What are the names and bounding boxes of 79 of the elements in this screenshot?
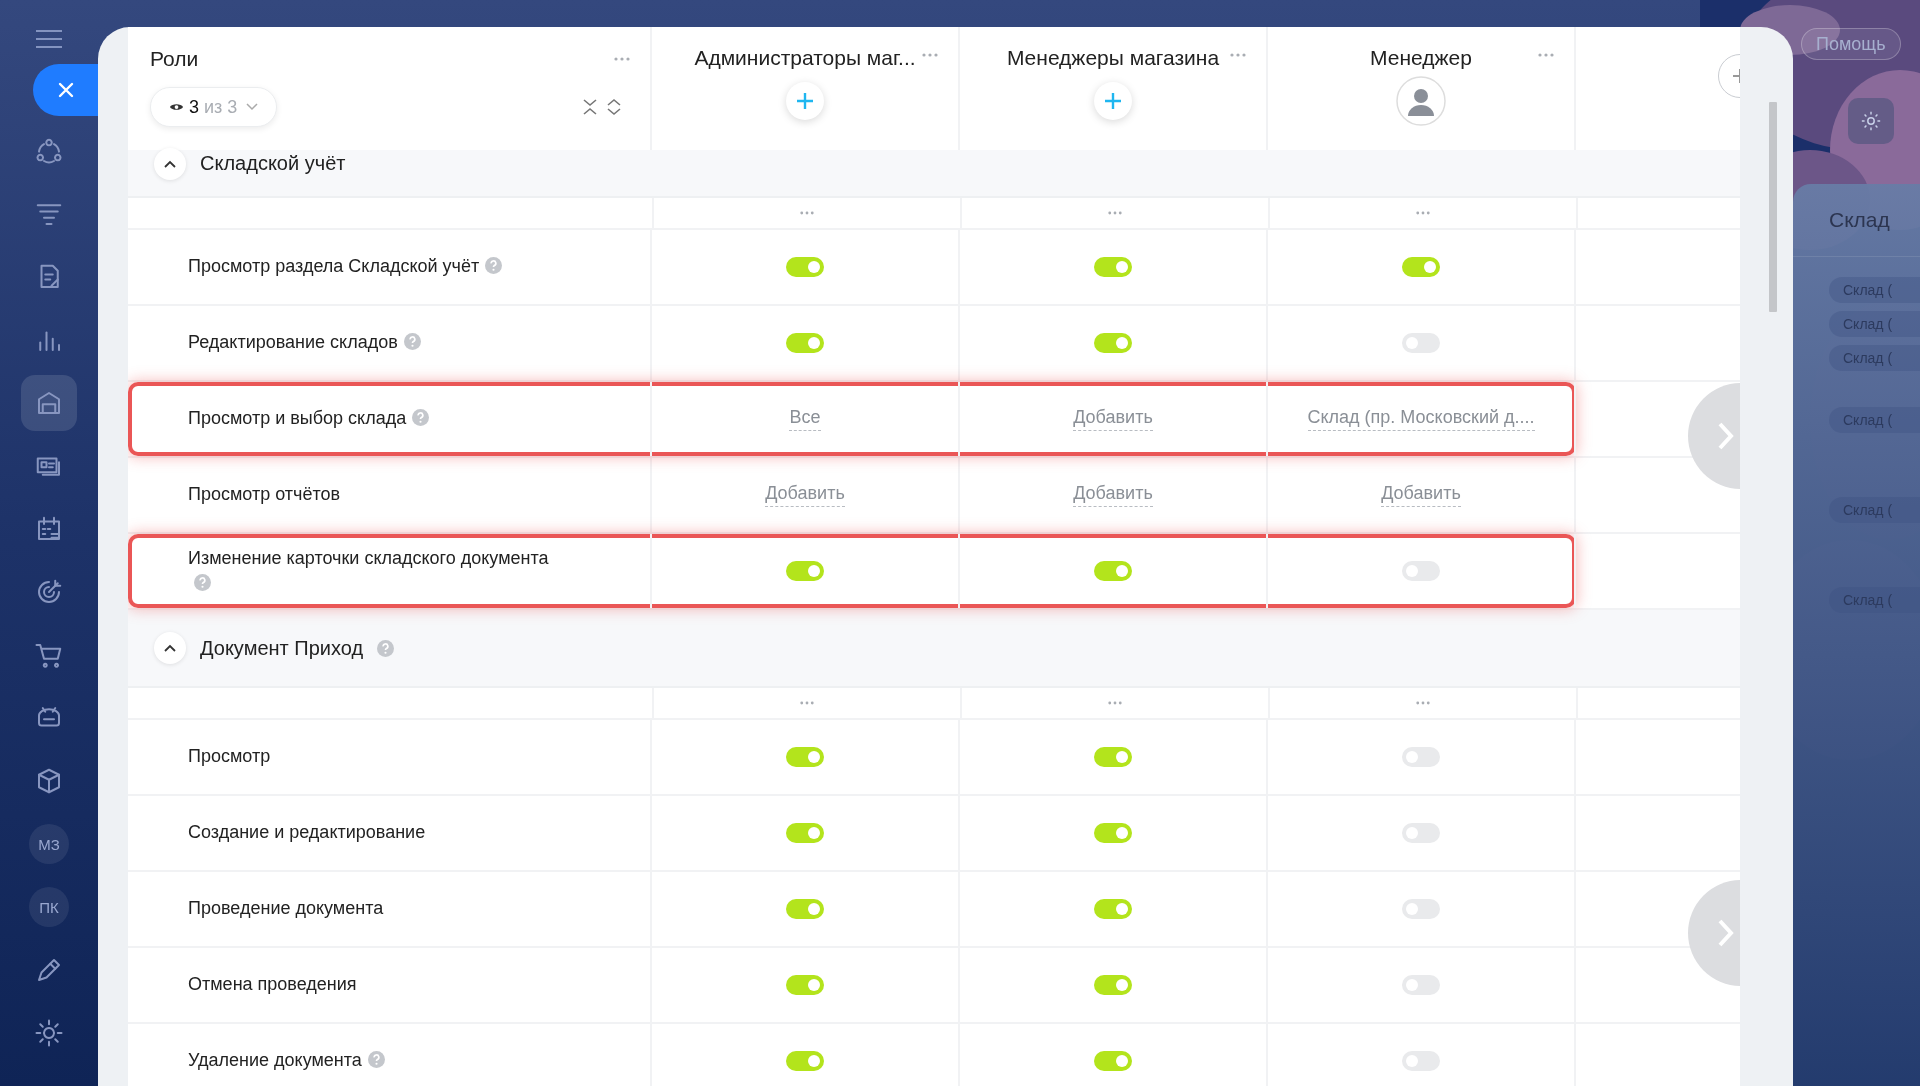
plus-icon — [1103, 91, 1123, 111]
more-icon[interactable] — [1230, 53, 1246, 57]
scrollbar[interactable] — [1769, 102, 1777, 312]
toggle-switch[interactable] — [786, 899, 824, 919]
more-icon[interactable] — [800, 701, 814, 705]
permission-label: Создание и редактирование — [188, 822, 426, 843]
connection-icon — [34, 136, 64, 166]
value-link[interactable]: Все — [789, 407, 821, 431]
more-icon[interactable] — [1416, 211, 1430, 215]
toggle-switch[interactable] — [786, 747, 824, 767]
toggle-switch[interactable] — [1094, 747, 1132, 767]
more-icon[interactable] — [922, 53, 938, 57]
permission-label: Просмотр раздела Складской учёт — [188, 256, 480, 277]
roles-title: Роли — [150, 47, 199, 71]
toggle-switch[interactable] — [1094, 1051, 1132, 1071]
eye-icon — [169, 102, 184, 112]
column-title: Менеджеры магазина — [1006, 46, 1220, 70]
caret-icon — [246, 103, 259, 111]
value-link[interactable]: Добавить — [1381, 483, 1461, 507]
toggle-switch[interactable] — [1094, 975, 1132, 995]
permission-label: Проведение документа — [188, 898, 384, 919]
collapse-button[interactable] — [154, 148, 186, 180]
value-link[interactable]: Склад (пр. Московский д.... — [1307, 407, 1535, 431]
permission-label: Удаление документа — [188, 1050, 362, 1071]
menu-icon[interactable] — [36, 30, 62, 48]
toggle-switch[interactable] — [1402, 257, 1440, 277]
toggle-switch[interactable] — [1094, 899, 1132, 919]
visibility-filter[interactable]: 3 из 3 — [150, 87, 278, 127]
collapse-icon[interactable] — [582, 98, 598, 116]
add-button[interactable] — [1094, 82, 1132, 120]
help-icon[interactable] — [403, 333, 421, 351]
collapse-button[interactable] — [154, 632, 186, 664]
permission-label: Редактирование складов — [188, 332, 398, 353]
more-icon[interactable] — [800, 211, 814, 215]
column-title: Менеджер — [1370, 46, 1472, 70]
chevron-right-icon — [1716, 421, 1736, 451]
more-icon[interactable] — [1416, 701, 1430, 705]
toggle-switch[interactable] — [786, 975, 824, 995]
chevron-icon — [164, 644, 176, 652]
add-button[interactable] — [786, 82, 824, 120]
section-title: Складской учёт — [200, 152, 346, 175]
help-icon[interactable] — [194, 574, 211, 591]
help-icon[interactable] — [412, 409, 430, 427]
permission-label: Отмена проведения — [188, 974, 357, 995]
toggle-switch[interactable] — [786, 333, 824, 353]
help-icon[interactable] — [377, 639, 395, 657]
more-icon[interactable] — [1108, 701, 1122, 705]
chevron-icon — [164, 160, 176, 168]
help-icon[interactable] — [367, 1051, 385, 1069]
toggle-switch[interactable] — [1094, 561, 1132, 581]
toggle-switch[interactable] — [786, 823, 824, 843]
toggle-switch[interactable] — [786, 257, 824, 277]
plus-icon — [795, 91, 815, 111]
close-button[interactable] — [33, 64, 98, 116]
panel-title: Склад — [1793, 208, 1920, 257]
section-title: Документ Приход — [200, 636, 364, 660]
sidebar-item[interactable] — [21, 375, 77, 431]
permission-label: Просмотр отчётов — [188, 484, 341, 505]
more-icon[interactable] — [1538, 53, 1554, 57]
chevron-right-icon — [1716, 918, 1736, 948]
settings-button[interactable] — [1848, 98, 1894, 144]
more-icon[interactable] — [614, 57, 630, 61]
column-title: Администраторы маг... — [694, 46, 916, 70]
value-link[interactable]: Добавить — [765, 483, 845, 507]
value-link[interactable]: Добавить — [1073, 407, 1153, 431]
help-icon[interactable] — [485, 257, 503, 275]
toggle-switch[interactable] — [786, 1051, 824, 1071]
avatar[interactable] — [1396, 76, 1446, 126]
help-button[interactable]: Помощь — [1801, 28, 1901, 60]
permission-label: Просмотр — [188, 746, 271, 767]
expand-icon[interactable] — [606, 98, 622, 116]
more-icon[interactable] — [1108, 211, 1122, 215]
permission-label: Просмотр и выбор склада — [188, 408, 407, 429]
permission-label: Изменение карточки складского документа — [188, 547, 549, 568]
toggle-switch[interactable] — [1094, 257, 1132, 277]
toggle-switch[interactable] — [786, 561, 824, 581]
toggle-switch[interactable] — [1094, 333, 1132, 353]
value-link[interactable]: Добавить — [1073, 483, 1153, 507]
toggle-switch[interactable] — [1094, 823, 1132, 843]
